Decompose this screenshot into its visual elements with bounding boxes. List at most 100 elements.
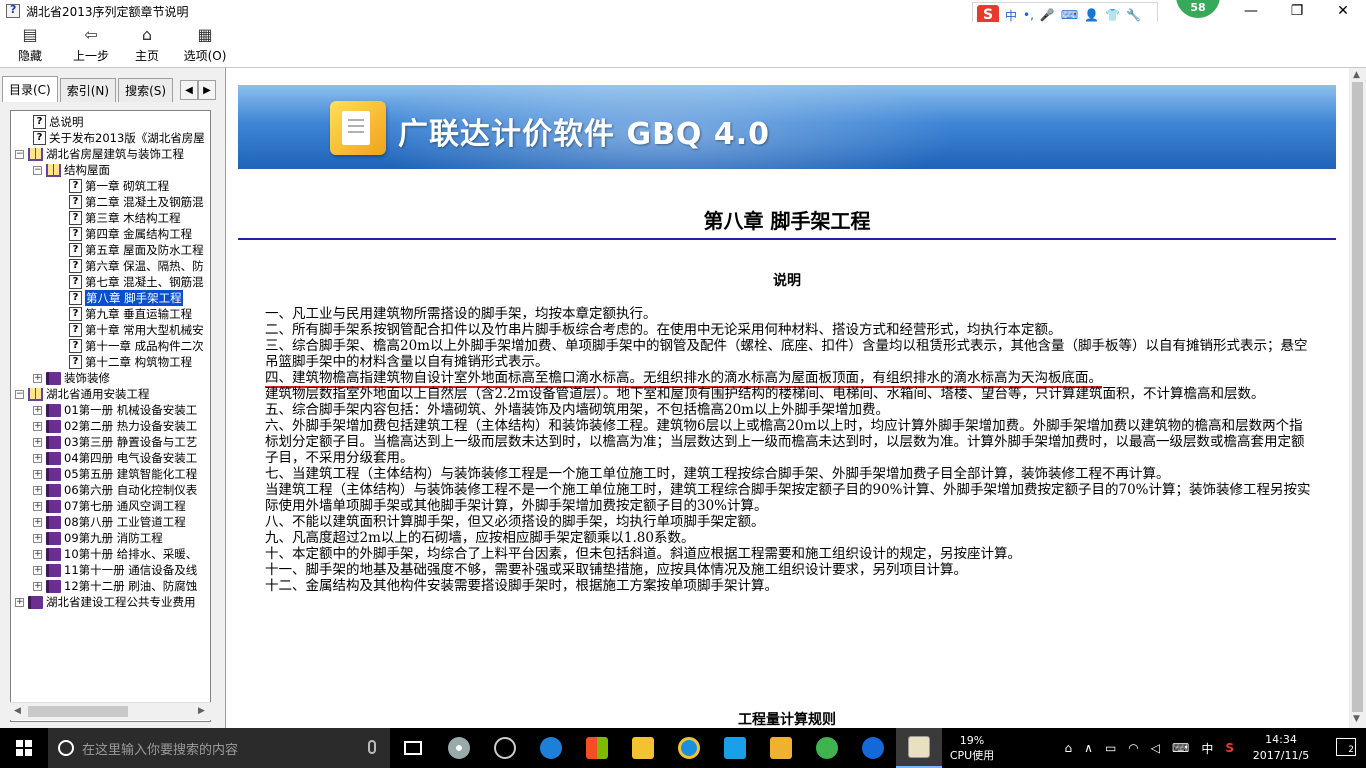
scroll-left-icon[interactable]: ◀ bbox=[14, 706, 21, 716]
collapse-icon[interactable]: − bbox=[33, 165, 42, 175]
tree-item[interactable]: +12第十二册 刷油、防腐蚀 bbox=[33, 578, 197, 594]
tab-scroll-left-icon[interactable]: ◀ bbox=[180, 80, 198, 100]
tree-item[interactable]: +02第二册 热力设备安装工 bbox=[33, 418, 197, 434]
scroll-right-icon[interactable]: ▶ bbox=[198, 706, 205, 716]
expand-icon[interactable]: + bbox=[33, 437, 42, 447]
tree-item[interactable]: + 装饰装修 bbox=[33, 370, 110, 386]
expand-icon[interactable]: + bbox=[33, 405, 42, 415]
tree-item[interactable]: ? 第九章 垂直运输工程 bbox=[69, 306, 192, 322]
network-icon[interactable]: ◠ bbox=[1128, 741, 1138, 755]
tree-item[interactable]: + 湖北省建设工程公共专业费用 bbox=[15, 594, 196, 610]
back-button[interactable]: ⇦ 上一步 bbox=[60, 22, 122, 68]
clock[interactable]: 14:34 2017/11/5 bbox=[1246, 732, 1316, 764]
expand-icon[interactable]: + bbox=[33, 581, 42, 591]
volume-icon[interactable]: ◁ bbox=[1151, 741, 1160, 755]
tree-item[interactable]: +05第五册 建筑智能化工程 bbox=[33, 466, 197, 482]
taskbar-app-edge[interactable] bbox=[528, 728, 574, 768]
maximize-button[interactable]: ❐ bbox=[1274, 0, 1320, 22]
collapse-icon[interactable]: − bbox=[15, 389, 24, 399]
expand-icon[interactable]: + bbox=[33, 421, 42, 431]
tab-contents[interactable]: 目录(C) bbox=[2, 76, 58, 102]
scroll-thumb[interactable] bbox=[28, 706, 128, 717]
options-button[interactable]: ▦ 选项(O) bbox=[172, 22, 238, 68]
expand-icon[interactable]: + bbox=[33, 485, 42, 495]
tree-item[interactable]: +01第一册 机械设备安装工 bbox=[33, 402, 197, 418]
expand-icon[interactable]: + bbox=[33, 517, 42, 527]
close-button[interactable]: ✕ bbox=[1320, 0, 1366, 22]
tab-search[interactable]: 搜索(S) bbox=[118, 78, 174, 102]
people-icon[interactable]: ⌂ bbox=[1065, 741, 1073, 755]
tree-item[interactable]: ? 第十章 常用大型机械安 bbox=[69, 322, 204, 338]
tree-item[interactable]: ? 第八章 脚手架工程 bbox=[69, 290, 183, 306]
taskbar-app-notes[interactable] bbox=[758, 728, 804, 768]
ime-keyboard-icon[interactable]: ⌨ bbox=[1061, 8, 1078, 22]
tree-item[interactable]: ? 总说明 bbox=[33, 114, 84, 130]
hide-button[interactable]: ▤ 隐藏 bbox=[0, 22, 60, 68]
taskbar-app-ie[interactable] bbox=[666, 728, 712, 768]
ime-settings-icon[interactable]: 🔧 bbox=[1126, 8, 1141, 22]
taskbar-app-glodon[interactable] bbox=[850, 728, 896, 768]
keyboard-icon[interactable]: ⌨ bbox=[1172, 741, 1189, 755]
ime-indicator[interactable]: 中 bbox=[1201, 740, 1213, 757]
tree-item[interactable]: +06第六册 自动化控制仪表 bbox=[33, 482, 197, 498]
expand-icon[interactable]: + bbox=[33, 501, 42, 511]
tree-item[interactable]: ? 第五章 屋面及防水工程 bbox=[69, 242, 204, 258]
taskbar-app-fan[interactable] bbox=[436, 728, 482, 768]
ime-user-icon[interactable]: 👤 bbox=[1084, 8, 1099, 22]
tree-item[interactable]: ? 第二章 混凝土及钢筋混 bbox=[69, 194, 204, 210]
taskbar-search[interactable]: 在这里输入你要搜索的内容 bbox=[48, 728, 390, 768]
contents-tree[interactable]: ? 总说明? 关于发布2013版《湖北省房屋 − 湖北省房屋建筑与装饰工程 − 结构屋面? 第… bbox=[10, 110, 211, 722]
taskbar-app-green[interactable] bbox=[804, 728, 850, 768]
collapse-icon[interactable]: − bbox=[15, 149, 24, 159]
tab-scroll-right-icon[interactable]: ▶ bbox=[198, 80, 216, 100]
tab-index[interactable]: 索引(N) bbox=[59, 78, 117, 102]
ime-voice-icon[interactable]: 🎤 bbox=[1040, 8, 1055, 22]
battery-icon[interactable]: ▭ bbox=[1105, 741, 1116, 755]
expand-icon[interactable]: + bbox=[33, 549, 42, 559]
tree-item[interactable]: ? 第一章 砌筑工程 bbox=[69, 178, 169, 194]
expand-icon[interactable]: + bbox=[33, 565, 42, 575]
tree-item[interactable]: ? 第七章 混凝土、钢筋混 bbox=[69, 274, 204, 290]
ime-skin-icon[interactable]: 👕 bbox=[1105, 8, 1120, 22]
tree-item[interactable]: ? 第六章 保温、隔热、防 bbox=[69, 258, 204, 274]
tree-item[interactable]: ? 第三章 木结构工程 bbox=[69, 210, 181, 226]
sogou-tray-icon[interactable]: S bbox=[1225, 741, 1234, 755]
cpu-meter[interactable]: 19% CPU使用 bbox=[942, 733, 1002, 763]
tree-item[interactable]: ? 第十一章 成品构件二次 bbox=[69, 338, 204, 354]
expand-icon[interactable]: + bbox=[33, 453, 42, 463]
tree-item[interactable]: +08第八册 工业管道工程 bbox=[33, 514, 186, 530]
tree-horizontal-scrollbar[interactable]: ◀ ▶ bbox=[10, 702, 211, 720]
tree-item[interactable]: +04第四册 电气设备安装工 bbox=[33, 450, 197, 466]
tree-item[interactable]: − 湖北省房屋建筑与装饰工程 bbox=[15, 146, 184, 162]
expand-icon[interactable]: + bbox=[33, 373, 42, 383]
tree-item[interactable]: +10第十册 给排水、采暖、 bbox=[33, 546, 197, 562]
task-view-button[interactable] bbox=[390, 728, 436, 768]
tree-item[interactable]: +09第九册 消防工程 bbox=[33, 530, 163, 546]
ime-mode[interactable]: 中 bbox=[1005, 7, 1017, 24]
expand-icon[interactable]: + bbox=[33, 469, 42, 479]
chevron-up-icon[interactable]: ∧ bbox=[1084, 741, 1093, 755]
scroll-up-icon[interactable]: ▲ bbox=[1353, 70, 1360, 80]
taskbar-app-help[interactable] bbox=[896, 728, 942, 768]
taskbar-app-blue[interactable] bbox=[712, 728, 758, 768]
content-vertical-scrollbar[interactable]: ▲ ▼ bbox=[1349, 68, 1366, 728]
tree-item[interactable]: +07第七册 通风空调工程 bbox=[33, 498, 186, 514]
tree-item[interactable]: − 结构屋面 bbox=[33, 162, 110, 178]
tree-item[interactable]: − 湖北省通用安装工程 bbox=[15, 386, 150, 402]
start-button[interactable] bbox=[0, 728, 48, 768]
tree-item[interactable]: ? 第四章 金属结构工程 bbox=[69, 226, 192, 242]
microphone-icon[interactable] bbox=[368, 740, 376, 754]
expand-icon[interactable]: + bbox=[33, 533, 42, 543]
tree-item[interactable]: +11第十一册 通信设备及线 bbox=[33, 562, 197, 578]
taskbar-app-browser[interactable] bbox=[482, 728, 528, 768]
tree-item[interactable]: +03第三册 静置设备与工艺 bbox=[33, 434, 197, 450]
scroll-down-icon[interactable]: ▼ bbox=[1353, 714, 1360, 724]
expand-icon[interactable]: + bbox=[15, 597, 24, 607]
tree-item[interactable]: ? 关于发布2013版《湖北省房屋 bbox=[33, 130, 205, 146]
action-center-button[interactable]: 2 bbox=[1336, 738, 1356, 756]
ime-punct-icon[interactable]: •, bbox=[1023, 8, 1034, 22]
scroll-thumb[interactable] bbox=[1352, 82, 1363, 712]
taskbar-app-explorer[interactable] bbox=[620, 728, 666, 768]
home-button[interactable]: ⌂ 主页 bbox=[122, 22, 172, 68]
taskbar-app-store[interactable] bbox=[574, 728, 620, 768]
